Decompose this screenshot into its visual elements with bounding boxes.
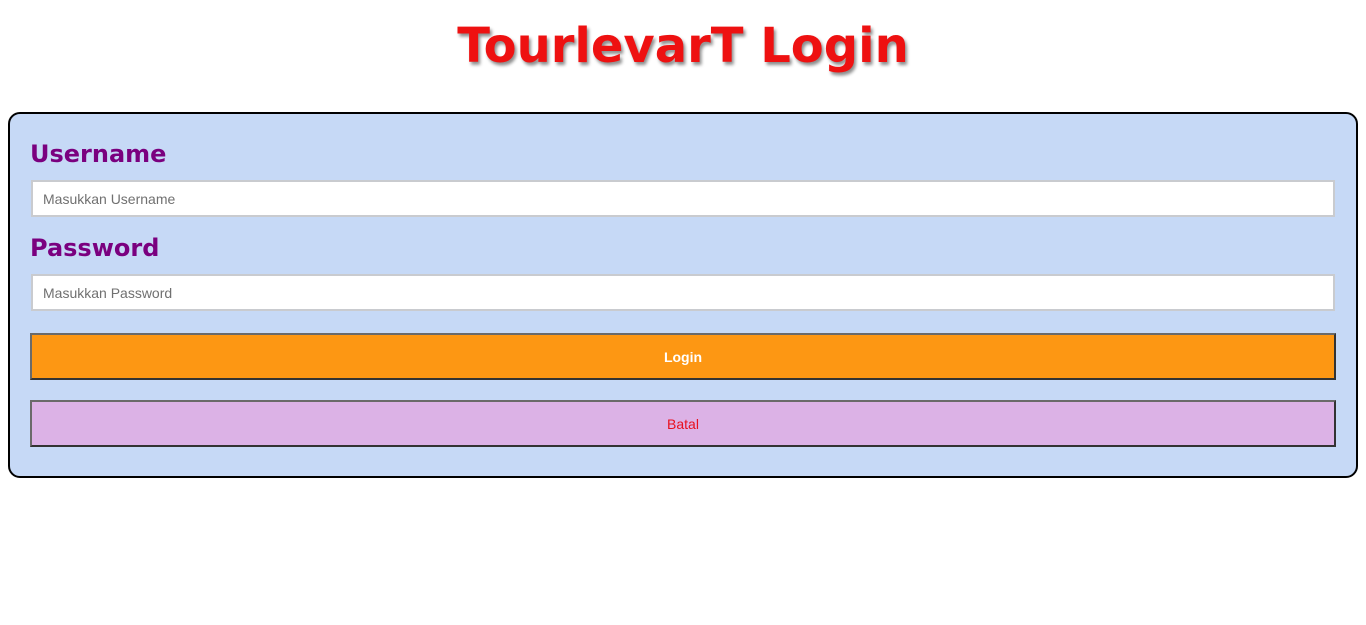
cancel-button[interactable]: Batal (30, 400, 1336, 447)
username-input[interactable] (31, 180, 1335, 217)
password-label: Password (30, 234, 160, 262)
password-input[interactable] (31, 274, 1335, 311)
username-label: Username (30, 140, 167, 168)
page-title: TourlevarT Login (457, 18, 909, 74)
login-form-card: Username Password Login Batal (8, 112, 1358, 478)
login-button[interactable]: Login (30, 333, 1336, 380)
